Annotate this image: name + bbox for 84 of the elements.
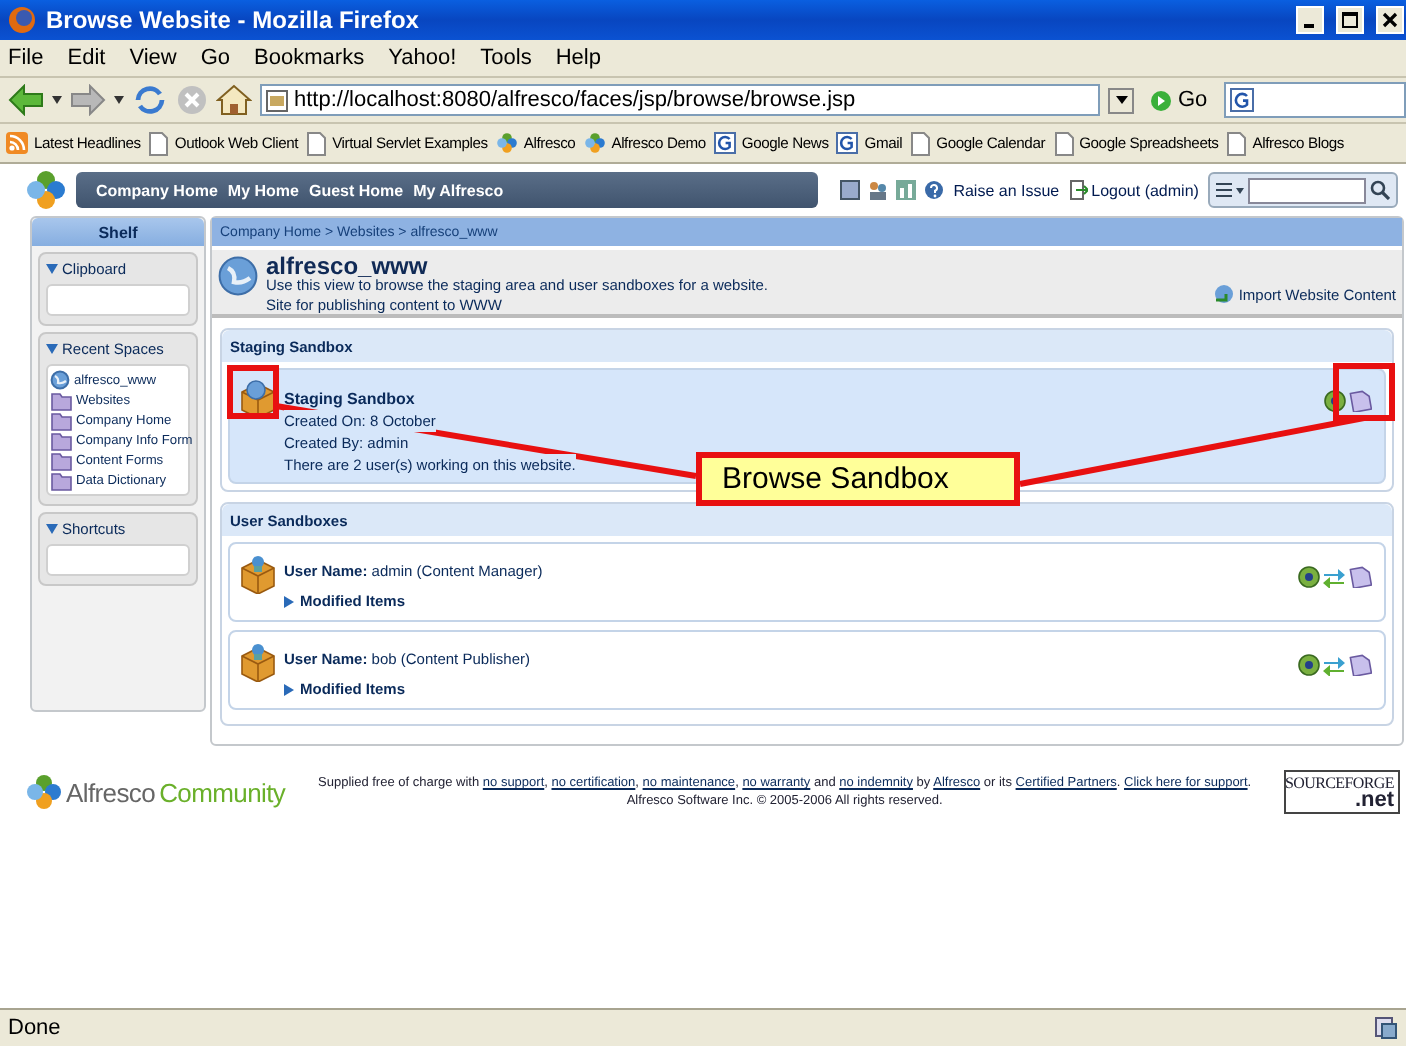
browser-logo-icon (8, 6, 36, 34)
document-icon[interactable] (1348, 654, 1372, 676)
nav-link[interactable]: My Home (227, 181, 299, 199)
nav-link[interactable]: Company Home (96, 181, 218, 199)
search-field[interactable] (1223, 82, 1406, 118)
sandbox-title[interactable]: Staging Sandbox (284, 388, 415, 410)
import-icon (1214, 284, 1235, 304)
sourceforge-badge[interactable]: SOURCEFORGE .net (1284, 770, 1400, 814)
back-arrow-icon[interactable] (8, 84, 44, 116)
status-icon (1374, 1016, 1398, 1040)
page-icon (266, 89, 288, 111)
folder-icon (50, 469, 72, 491)
address-text: http://localhost:8080/alfresco/faces/jsp/browse/browse.jsp (294, 88, 858, 112)
space-title: alfresco_www (266, 256, 428, 276)
status-text: Done (8, 1016, 63, 1040)
menu-item[interactable]: Help (553, 46, 603, 70)
target-icon[interactable] (1298, 654, 1320, 676)
letter-g-icon (713, 132, 736, 154)
page-icon (1226, 131, 1247, 155)
minimize-button[interactable] (1296, 6, 1324, 34)
maximize-icon (1342, 12, 1358, 28)
shelf-title: Shelf (32, 218, 204, 246)
page-icon (306, 131, 327, 155)
letter-g-icon (836, 132, 859, 154)
go-button[interactable]: Go (1150, 88, 1208, 112)
address-field[interactable]: http://localhost:8080/alfresco/faces/jsp/browse/browse.jsp (260, 84, 1100, 116)
image-icon[interactable] (839, 180, 860, 200)
list-icon (1216, 181, 1245, 199)
caret-icon (1115, 96, 1127, 104)
menu-item[interactable]: File (6, 46, 46, 70)
menu-item[interactable]: Yahoo! (386, 46, 459, 70)
nav-link[interactable]: Guest Home (308, 181, 404, 199)
section-list (46, 284, 190, 316)
letter-g-icon (1229, 88, 1254, 112)
flower-logo-icon (26, 170, 66, 210)
close-button[interactable] (1376, 6, 1404, 34)
flower-logo-icon (26, 774, 62, 810)
caret-icon[interactable] (52, 96, 62, 104)
target-icon[interactable] (1298, 566, 1320, 588)
highlight-frame (1333, 363, 1395, 421)
reload-icon[interactable] (132, 84, 168, 116)
folder-icon (50, 449, 72, 471)
feed-icon (6, 132, 28, 154)
search-field[interactable] (1208, 172, 1398, 208)
globe-icon (50, 370, 70, 390)
page-icon (1053, 131, 1074, 155)
menu-item[interactable]: Edit (65, 46, 108, 70)
folder-icon (50, 389, 72, 411)
page-icon (148, 131, 169, 155)
home-icon[interactable] (216, 84, 252, 116)
menu-item[interactable]: Bookmarks (252, 46, 367, 70)
page-icon (910, 131, 931, 155)
go-icon (1150, 89, 1172, 111)
highlight-frame (227, 365, 279, 419)
section-list (46, 544, 190, 576)
help-icon[interactable] (923, 180, 944, 200)
document-icon[interactable] (1348, 390, 1372, 412)
search-icon[interactable] (1370, 180, 1390, 200)
menu-item[interactable]: Tools (478, 46, 534, 70)
caret-icon[interactable] (114, 96, 124, 104)
document-icon[interactable] (1348, 566, 1372, 588)
window-title: Browse Website - Mozilla Firefox (46, 6, 421, 34)
folder-icon (50, 429, 72, 451)
folder-icon (50, 409, 72, 431)
chart-icon[interactable] (895, 180, 916, 200)
close-icon (1382, 12, 1398, 28)
dropdown-button[interactable] (1108, 87, 1134, 113)
logout-link[interactable]: Logout (admin) (1069, 180, 1199, 200)
user-box-icon (238, 642, 278, 682)
nav-link[interactable]: My Alfresco (413, 181, 504, 199)
maximize-button[interactable] (1336, 6, 1364, 34)
user-box-icon (238, 554, 278, 594)
menu-item[interactable]: Go (198, 46, 233, 70)
callout-label: Browse Sandbox (696, 452, 1020, 506)
brand-edition: Community (159, 777, 286, 807)
raise-issue-link[interactable]: Raise an Issue (953, 181, 1060, 199)
menu-item[interactable]: View (127, 46, 179, 70)
brand-name: Alfresco (66, 777, 156, 807)
sandbox-box-icon (238, 378, 278, 418)
flower-icon (583, 132, 606, 154)
globe-icon (218, 256, 258, 296)
flower-icon (495, 132, 518, 154)
logout-icon (1069, 180, 1088, 200)
users-icon[interactable] (867, 180, 888, 200)
